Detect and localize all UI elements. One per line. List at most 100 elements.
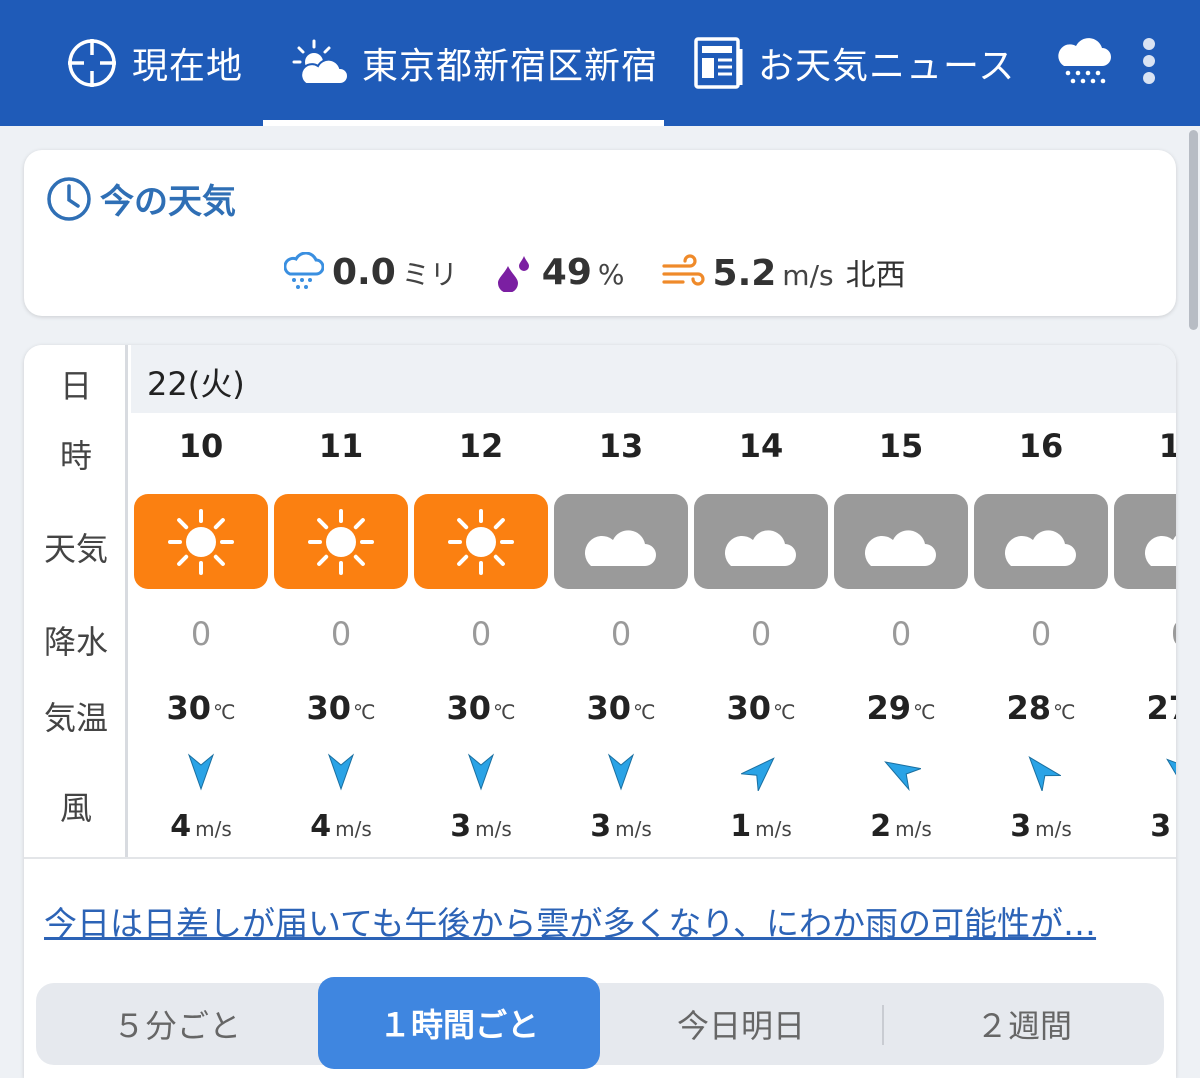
temperature-unit: ℃ bbox=[1053, 700, 1076, 724]
wind-speed-unit: m/s bbox=[895, 817, 932, 841]
weather-tile bbox=[1114, 494, 1176, 589]
precipitation-amount: 0 bbox=[1111, 615, 1176, 653]
weather-tile bbox=[974, 494, 1108, 589]
segment-5min[interactable]: ５分ごと bbox=[36, 983, 318, 1065]
forecast-date: 22(火) bbox=[147, 365, 245, 403]
current-wind: 5.2 m/s 北西 bbox=[661, 250, 906, 294]
scrollbar-thumb[interactable] bbox=[1189, 130, 1198, 330]
hour-label: 15 bbox=[878, 427, 924, 465]
row-label-wind: 風 bbox=[59, 789, 92, 827]
kebab-menu-icon[interactable] bbox=[1134, 38, 1164, 86]
wind-direction bbox=[1161, 751, 1176, 793]
precipitation-unit: ミリ bbox=[401, 257, 458, 291]
segment-1hour[interactable]: １時間ごと bbox=[318, 977, 600, 1069]
wind-speed: 2 m/s bbox=[831, 809, 971, 844]
weather-tile bbox=[694, 494, 828, 589]
rain-icon bbox=[284, 252, 324, 289]
temperature-value: 30 bbox=[306, 689, 352, 727]
wind-speed: 3m/s bbox=[411, 809, 551, 844]
scrollbar[interactable] bbox=[1186, 126, 1200, 1078]
hour-column: 15 0 29 ℃ 2 m/s bbox=[831, 413, 971, 857]
tab-selected-area[interactable]: 東京都新宿区新宿 bbox=[292, 0, 658, 126]
wind-speed-unit: m/s bbox=[335, 817, 372, 841]
current-weather-stats: 0.0 ミリ 49 % 5.2 m/s 北西 bbox=[284, 244, 942, 300]
cloud-icon bbox=[724, 530, 796, 566]
temperature: 30 ℃ bbox=[411, 689, 551, 727]
wind-direction-arrow-icon bbox=[467, 753, 495, 791]
forecast-summary-link[interactable]: 今日は日差しが届いても午後から雲が多くなり、にわか雨の可能性が… bbox=[44, 897, 1156, 945]
current-precipitation: 0.0 ミリ bbox=[284, 252, 458, 293]
wind-direction-arrow-icon bbox=[1028, 756, 1063, 793]
wind-speed-value: 3 bbox=[450, 809, 472, 844]
wind-direction bbox=[881, 751, 923, 792]
temperature-value: 30 bbox=[586, 689, 632, 727]
segment-today-tomorrow[interactable]: 今日明日 bbox=[600, 983, 882, 1065]
row-label-day: 日 bbox=[59, 367, 92, 405]
wind-speed-value: 5.2 bbox=[712, 253, 777, 294]
top-navigation-bar: 現在地 東京都新宿区新宿 お天気ニュース bbox=[0, 0, 1200, 126]
temperature-unit: ℃ bbox=[773, 700, 796, 724]
divider bbox=[24, 857, 1176, 859]
hourly-forecast-card: 日 時 天気 降水 気温 風 22(火) 10 0 30 ℃ 4 m/s 11 0 30 ℃ 4 m/… bbox=[24, 345, 1176, 1078]
hour-label: 11 bbox=[318, 427, 364, 465]
clock-icon bbox=[47, 176, 91, 221]
wind-direction bbox=[601, 751, 641, 791]
tab-current-location[interactable]: 現在地 bbox=[66, 0, 243, 126]
wind-direction-arrow-icon bbox=[884, 761, 923, 792]
tab-weather-news-label: お天気ニュース bbox=[758, 46, 1016, 87]
wind-direction bbox=[181, 751, 221, 791]
precipitation-amount: 0 bbox=[1030, 615, 1052, 653]
wind-direction-arrow-icon bbox=[739, 757, 775, 793]
hour-column: 13 0 30 ℃ 3 m/s bbox=[551, 413, 691, 857]
wind-speed-value: 1 bbox=[730, 809, 752, 844]
wind-speed: 3m/s bbox=[551, 809, 691, 844]
hour-column: 12 0 30 ℃ 3 m/s bbox=[411, 413, 551, 857]
temperature: 28 ℃ bbox=[971, 689, 1111, 727]
precipitation-value: 0.0 bbox=[332, 251, 396, 293]
wind-speed: 4 m/s bbox=[271, 809, 411, 844]
hour-column: 10 0 30 ℃ 4 m/s bbox=[131, 413, 271, 857]
wind-direction-arrow-icon bbox=[327, 753, 355, 791]
wind-direction bbox=[739, 751, 781, 793]
row-label-hour: 時 bbox=[59, 437, 92, 475]
hour-label: 10 bbox=[178, 427, 224, 465]
precipitation-amount: 0 bbox=[890, 615, 912, 653]
interval-segmented-control: ５分ごと １時間ごと 今日明日 ２週間 bbox=[36, 977, 1164, 1069]
hour-label: 12 bbox=[458, 427, 504, 465]
wind-speed: 3m/s bbox=[1111, 809, 1176, 844]
current-humidity: 49 % bbox=[494, 252, 625, 293]
rain-cloud-icon bbox=[1058, 38, 1111, 84]
wind-direction bbox=[1021, 751, 1063, 793]
wind-speed: 3m/s bbox=[971, 809, 1111, 844]
temperature: 30 ℃ bbox=[551, 689, 691, 727]
weather-tile bbox=[274, 494, 408, 589]
temperature: 30 ℃ bbox=[131, 689, 271, 727]
temperature-value: 29 bbox=[866, 689, 912, 727]
precipitation-amount: 0 bbox=[610, 615, 632, 653]
temperature-unit: ℃ bbox=[353, 700, 376, 724]
sun-icon bbox=[448, 509, 514, 575]
wind-speed-unit: m/s bbox=[1035, 817, 1072, 841]
forecast-row-labels: 日 時 天気 降水 気温 風 bbox=[24, 345, 128, 857]
wind-speed-value: 4 bbox=[170, 809, 192, 844]
active-tab-indicator bbox=[263, 120, 664, 126]
temperature-unit: ℃ bbox=[213, 700, 236, 724]
temperature-unit: ℃ bbox=[633, 700, 656, 724]
rain-radar-button[interactable] bbox=[1056, 36, 1112, 88]
wind-speed-value: 2 bbox=[870, 809, 892, 844]
temperature: 29 ℃ bbox=[831, 689, 971, 727]
tab-current-location-label: 現在地 bbox=[132, 46, 244, 87]
tab-weather-news[interactable]: お天気ニュース bbox=[694, 0, 1015, 126]
row-label-temperature: 気温 bbox=[43, 699, 108, 737]
humidity-drops-icon bbox=[497, 256, 529, 292]
cloud-icon bbox=[1004, 530, 1076, 566]
current-weather-title: 今の天気 bbox=[100, 182, 236, 222]
hour-column: 16 0 28 ℃ 3 m/s bbox=[971, 413, 1111, 857]
cloud-icon bbox=[584, 530, 656, 566]
segment-2weeks[interactable]: ２週間 bbox=[884, 983, 1164, 1065]
wind-speed-unit: m/s bbox=[782, 259, 834, 292]
weather-tile bbox=[554, 494, 688, 589]
weather-tile bbox=[134, 494, 268, 589]
hourly-forecast-grid[interactable]: 10 0 30 ℃ 4 m/s 11 0 30 ℃ 4 m/s 12 0 30 ℃ 3 m/s 13 0 30 ℃ 3 m/s… bbox=[131, 413, 1176, 857]
temperature-value: 30 bbox=[446, 689, 492, 727]
